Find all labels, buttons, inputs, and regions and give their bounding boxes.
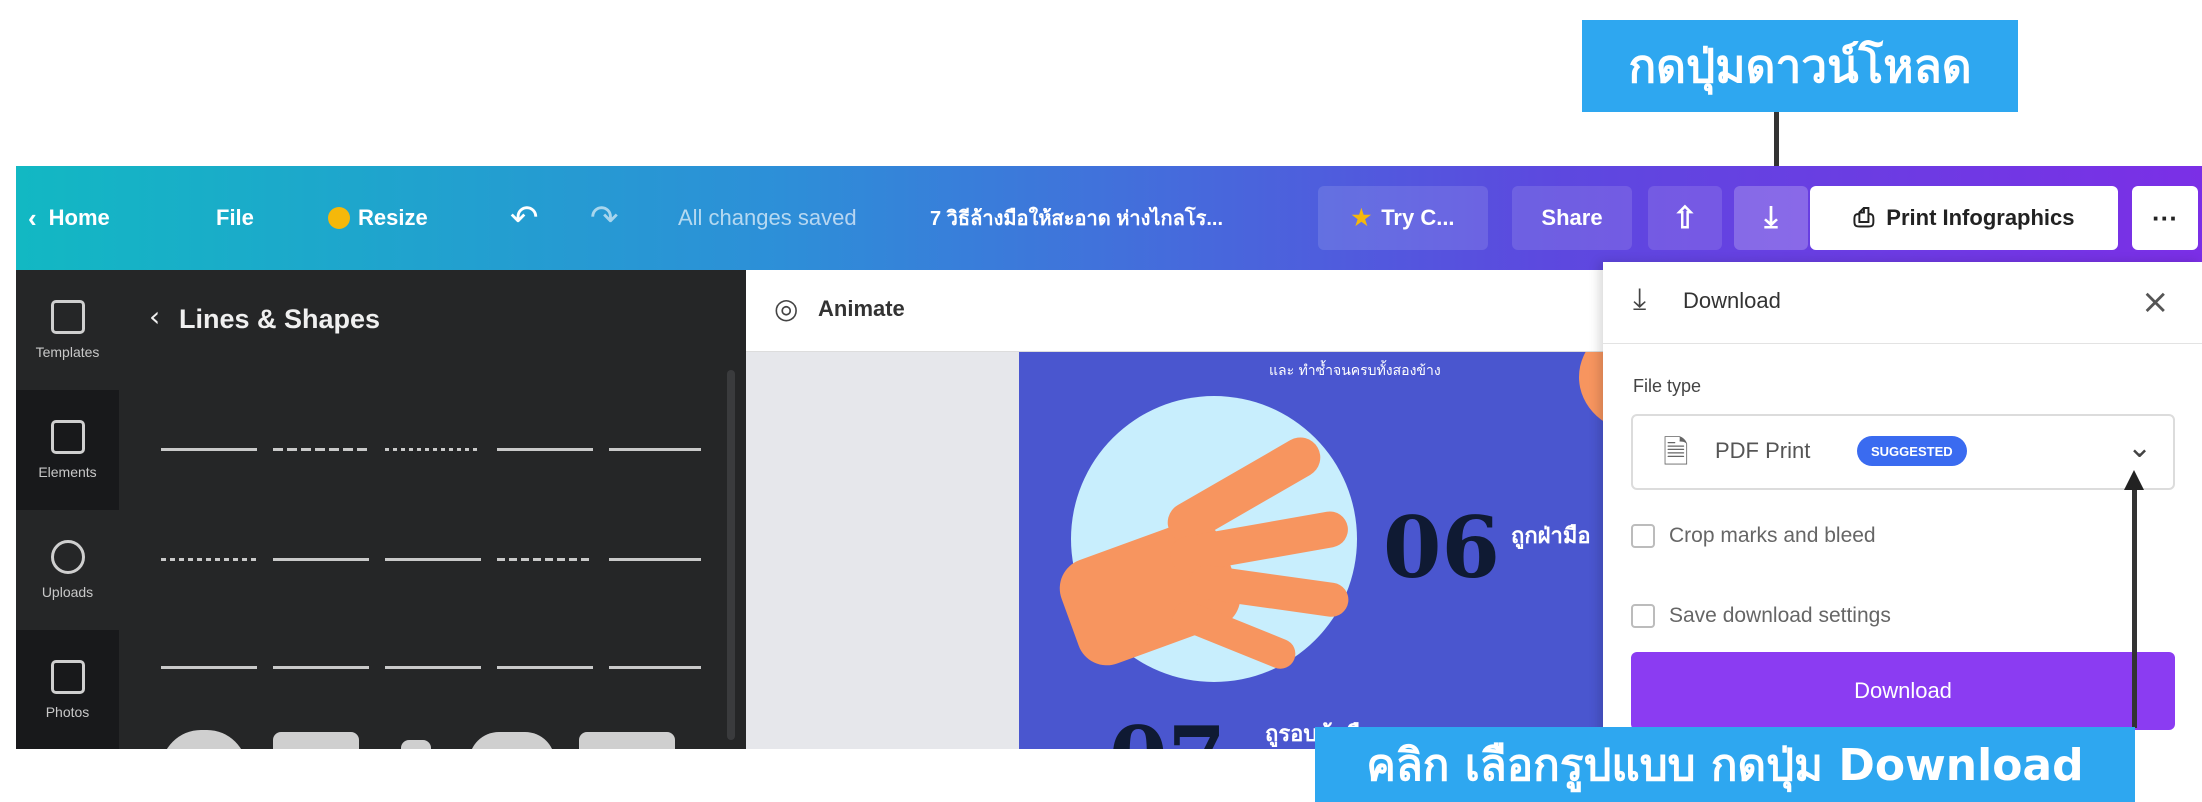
suggested-badge: SUGGESTED: [1857, 436, 1967, 466]
line-item[interactable]: [609, 448, 701, 451]
line-item[interactable]: [497, 448, 593, 451]
print-label: Print Infographics: [1886, 205, 2075, 230]
print-button[interactable]: ⎙ Print Infographics: [1810, 186, 2118, 250]
resize-button[interactable]: Resize: [328, 166, 428, 270]
file-type-select[interactable]: 🗎 PDF Print SUGGESTED ⌄: [1631, 414, 2175, 490]
lines-shapes-panel: ‹ Lines & Shapes: [119, 270, 746, 749]
rail-label: Photos: [45, 704, 90, 720]
line-item[interactable]: [161, 666, 257, 669]
save-settings-label: Save download settings: [1669, 604, 1891, 627]
line-item[interactable]: [161, 448, 257, 451]
animate-button[interactable]: Animate: [818, 296, 905, 322]
line-item[interactable]: [385, 448, 481, 451]
templates-icon: [50, 300, 85, 334]
shape-rounded[interactable]: [469, 732, 555, 749]
shape-rectangle[interactable]: [579, 732, 675, 749]
resize-label: Resize: [358, 205, 428, 230]
rail-label: Uploads: [41, 584, 94, 600]
crop-marks-checkbox[interactable]: [1631, 524, 1655, 548]
download-callout-label: กดปุ่มดาวน์โหลด: [1582, 20, 2018, 112]
download-title: Download: [1683, 288, 1781, 313]
printer-icon: ⎙: [1853, 202, 1875, 232]
rail-item-uploads[interactable]: Uploads: [16, 510, 119, 630]
redo-icon[interactable]: ↷: [590, 166, 619, 270]
download-icon[interactable]: ⤓: [1734, 186, 1808, 250]
line-item[interactable]: [273, 558, 369, 561]
line-item[interactable]: [497, 558, 593, 561]
line-item[interactable]: [161, 558, 257, 561]
shape-circle[interactable]: [161, 730, 247, 749]
document-title[interactable]: 7 วิธีล้างมือให้สะอาด ห่างไกลโร...: [930, 166, 1223, 270]
elements-icon: [50, 420, 85, 454]
download-panel-header: ⤓ Download ×: [1603, 262, 2202, 344]
star-icon: ★: [1351, 205, 1372, 230]
crown-icon: [328, 207, 350, 229]
line-item[interactable]: [273, 448, 369, 451]
panel-title: Lines & Shapes: [179, 304, 381, 334]
line-item[interactable]: [497, 666, 593, 669]
download-panel: ⤓ Download × File type 🗎 PDF Print SUGGE…: [1603, 262, 2202, 749]
rail-item-elements[interactable]: Elements: [16, 390, 119, 510]
left-rail: Templates Elements Uploads Photos: [16, 270, 119, 749]
line-row-3: [161, 666, 701, 672]
line-item[interactable]: [385, 558, 481, 561]
chevron-left-icon: ‹: [28, 202, 37, 233]
rail-item-templates[interactable]: Templates: [16, 270, 119, 390]
file-type-label: File type: [1633, 376, 1702, 396]
chevron-down-icon: ⌄: [2127, 430, 2153, 465]
try-pro-button[interactable]: ★ Try C...: [1318, 186, 1488, 250]
file-menu[interactable]: File: [216, 166, 254, 270]
panel-scrollbar[interactable]: [727, 370, 735, 740]
shape-triangle[interactable]: [401, 740, 431, 749]
animate-icon: ◎: [774, 292, 799, 325]
line-item[interactable]: [385, 666, 481, 669]
callout-arrow-bottom: [2132, 488, 2137, 728]
back-chevron-icon[interactable]: ‹: [149, 300, 160, 333]
step-number-07: 07: [1109, 708, 1226, 749]
line-item[interactable]: [273, 666, 369, 669]
file-icon: 🗎: [1663, 433, 1689, 471]
try-pro-label: Try C...: [1381, 205, 1455, 230]
home-link[interactable]: ‹ Home: [28, 166, 110, 270]
rail-label: Elements: [38, 464, 97, 480]
save-status: All changes saved: [678, 205, 857, 230]
callout-arrowhead-bottom: [2124, 470, 2144, 490]
rail-item-photos[interactable]: Photos: [16, 630, 119, 749]
step-06-heading: ถูกฝ่ามือ: [1511, 524, 1591, 549]
share-button[interactable]: Share: [1512, 186, 1632, 250]
step-number-06: 06: [1383, 498, 1500, 597]
design-top-text: และ ทำซ้ำจนครบทั้งสองข้าง: [1269, 363, 1441, 379]
line-item[interactable]: [609, 558, 701, 561]
download-button[interactable]: Download: [1631, 652, 2175, 730]
close-icon[interactable]: ×: [2141, 282, 2170, 322]
home-label: Home: [48, 205, 110, 230]
line-item[interactable]: [609, 666, 701, 669]
canva-editor: ‹ Home File Resize ↶ ↷ All changes saved…: [16, 166, 2202, 749]
file-type-value: PDF Print: [1715, 438, 1811, 463]
crop-marks-option[interactable]: Crop marks and bleed: [1631, 516, 1876, 556]
line-row-1: [161, 448, 701, 454]
publish-icon[interactable]: ⇧: [1648, 186, 1722, 250]
shape-square[interactable]: [273, 732, 359, 749]
choose-format-callout-label: คลิก เลือกรูปแบบ กดปุ่ม Download: [1315, 727, 2135, 802]
rail-label: Templates: [35, 344, 100, 360]
more-options-button[interactable]: ···: [2132, 186, 2198, 250]
save-settings-checkbox[interactable]: [1631, 604, 1655, 628]
crop-marks-label: Crop marks and bleed: [1669, 524, 1876, 547]
cloud-upload-icon: [50, 540, 85, 574]
undo-icon[interactable]: ↶: [510, 166, 539, 270]
top-toolbar: ‹ Home File Resize ↶ ↷ All changes saved…: [16, 166, 2202, 270]
photo-icon: [50, 660, 85, 694]
save-settings-option[interactable]: Save download settings: [1631, 596, 1891, 636]
download-header-icon: ⤓: [1633, 282, 1647, 317]
line-row-2: [161, 558, 701, 564]
